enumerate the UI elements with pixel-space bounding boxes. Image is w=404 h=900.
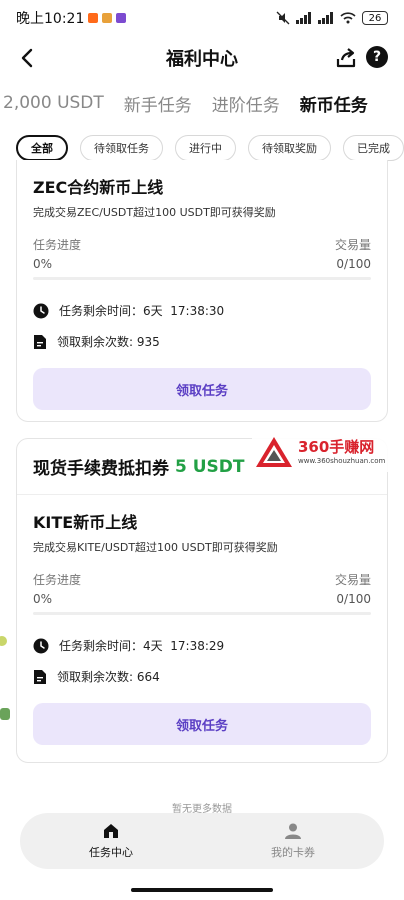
progress-label: 任务进度 [33,573,82,587]
time-remaining-label: 任务剩余时间： [59,639,144,653]
filter-completed[interactable]: 已完成 [343,135,404,161]
time-remaining-label: 任务剩余时间： [59,304,144,318]
clock-icon [33,303,49,318]
task-card-body: ZEC合约新币上线 完成交易ZEC/USDT超过100 USDT即可获得奖励 任… [17,174,387,410]
mute-icon [276,11,290,25]
task-description: 完成交易ZEC/USDT超过100 USDT即可获得奖励 [33,206,276,219]
status-right: 26 [276,11,388,25]
progress-values: 0% 0/100 [33,592,371,606]
clock-icon [33,638,49,653]
task-card: 现货手续费抵扣券 5 USDT KITE新币上线 完成交易KITE/USDT超过… [16,438,388,763]
claim-task-button[interactable]: 领取任务 [33,368,371,410]
claim-task-button[interactable]: 领取任务 [33,703,371,745]
wifi-icon [340,12,356,24]
task-card-body: KITE新币上线 完成交易KITE/USDT超过100 USDT即可获得奖励 任… [17,509,387,745]
tab-advanced-tasks[interactable]: 进阶任务 [202,91,290,116]
time-remaining-value: 4天 17:38:29 [143,639,225,653]
claims-remaining-row: 领取剩余次数: 935 [33,333,371,350]
status-time: 晚上10:21 [16,11,85,27]
reward-banner-label: 现货手续费抵扣券 [33,459,169,479]
volume-label: 交易量 [334,238,371,252]
filter-pending-claim-task[interactable]: 待领取任务 [80,135,163,161]
time-remaining-row: 任务剩余时间：6天 17:38:30 [33,302,371,319]
status-left: 晚上10:21 [16,8,127,28]
page-header: 福利中心 ? [0,38,404,78]
app-notification-icon [116,13,127,23]
floating-sticker-icon [0,636,7,646]
status-bar: 晚上10:21 26 [0,0,404,36]
time-remaining-row: 任务剩余时间：4天 17:38:29 [33,637,371,654]
nav-task-center[interactable]: 任务中心 [20,813,202,869]
claims-remaining-label: 领取剩余次数: [57,335,137,349]
filter-pending-reward[interactable]: 待领取奖励 [248,135,331,161]
progress-bar [33,612,371,615]
back-arrow-icon[interactable] [14,44,42,72]
progress-value: 0% [33,592,53,606]
filter-in-progress[interactable]: 进行中 [175,135,236,161]
progress-labels: 任务进度 交易量 [33,571,371,588]
reward-banner-amount: 5 USDT [175,456,245,477]
signal-icon [296,12,311,24]
user-icon [285,823,301,839]
task-title: ZEC合约新币上线 [33,178,164,197]
watermark-logo-icon [256,437,292,467]
home-indicator [131,888,273,892]
claims-remaining-label: 领取剩余次数: [57,670,137,684]
document-icon [34,334,46,349]
task-description: 完成交易KITE/USDT超过100 USDT即可获得奖励 [33,541,278,554]
progress-bar [33,277,371,280]
tab-new-coin-tasks[interactable]: 新币任务 [290,91,378,116]
watermark-title: 360手赚网 [298,437,375,456]
volume-label: 交易量 [334,573,371,587]
document-icon [34,669,46,684]
floating-sticker-icon [0,708,10,720]
progress-labels: 任务进度 交易量 [33,236,371,253]
task-tabs: 2,000 USDT 新手任务 进阶任务 新币任务 [0,86,404,120]
battery-icon: 26 [362,11,388,25]
tab-2000-usdt[interactable]: 2,000 USDT [0,93,114,113]
claims-remaining-value: 664 [136,670,160,684]
volume-value: 0/100 [336,592,371,606]
progress-label: 任务进度 [33,238,82,252]
task-card: ZEC合约新币上线 完成交易ZEC/USDT超过100 USDT即可获得奖励 任… [16,160,388,422]
signal-icon [318,12,333,24]
time-remaining-value: 6天 17:38:30 [143,304,225,318]
progress-values: 0% 0/100 [33,257,371,271]
site-watermark: 360手赚网 www.360shouzhuan.com [252,432,402,472]
home-icon [104,824,118,838]
nav-label: 我的卡券 [271,846,315,859]
claims-remaining-row: 领取剩余次数: 664 [33,668,371,685]
app-notification-icon [102,13,113,23]
help-icon[interactable]: ? [366,46,388,68]
battery-level: 26 [368,12,382,24]
help-glyph: ? [372,49,382,65]
nav-label: 任务中心 [89,846,133,859]
filter-all[interactable]: 全部 [16,135,68,161]
progress-value: 0% [33,257,53,271]
filter-chips: 全部 待领取任务 进行中 待领取奖励 已完成 [0,134,404,162]
tab-newbie-tasks[interactable]: 新手任务 [114,91,202,116]
bottom-nav: 任务中心 我的卡券 [20,813,384,869]
volume-value: 0/100 [336,257,371,271]
task-title: KITE新币上线 [33,513,138,532]
page-title: 福利中心 [166,49,238,70]
nav-my-coupons[interactable]: 我的卡券 [202,813,384,869]
claims-remaining-value: 935 [136,335,160,349]
app-notification-icon [88,13,99,23]
watermark-url: www.360shouzhuan.com [298,456,386,465]
share-icon[interactable] [334,46,358,70]
